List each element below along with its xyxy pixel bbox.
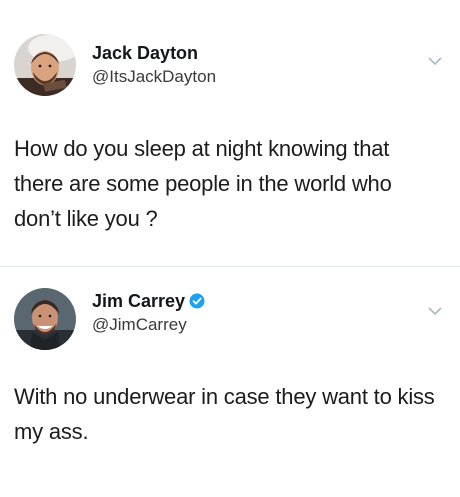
avatar[interactable] bbox=[14, 288, 76, 350]
display-name-text[interactable]: Jack Dayton bbox=[92, 42, 198, 64]
tweet-text: With no underwear in case they want to k… bbox=[14, 384, 435, 444]
user-info: Jim Carrey @JimCarrey bbox=[92, 290, 205, 336]
chevron-down-icon[interactable] bbox=[428, 56, 442, 66]
avatar-photo-icon bbox=[14, 288, 76, 350]
tweet-text: How do you sleep at night knowing that t… bbox=[14, 136, 392, 231]
chevron-down-icon[interactable] bbox=[428, 306, 442, 316]
display-name[interactable]: Jack Dayton bbox=[92, 42, 216, 64]
user-handle[interactable]: @ItsJackDayton bbox=[92, 66, 216, 88]
verified-badge-icon bbox=[189, 293, 205, 309]
avatar[interactable] bbox=[14, 34, 76, 96]
avatar-photo-icon bbox=[14, 34, 76, 96]
display-name-text[interactable]: Jim Carrey bbox=[92, 290, 185, 312]
user-handle[interactable]: @JimCarrey bbox=[92, 314, 205, 336]
display-name[interactable]: Jim Carrey bbox=[92, 290, 205, 312]
divider bbox=[0, 266, 460, 267]
user-info: Jack Dayton @ItsJackDayton bbox=[92, 42, 216, 88]
